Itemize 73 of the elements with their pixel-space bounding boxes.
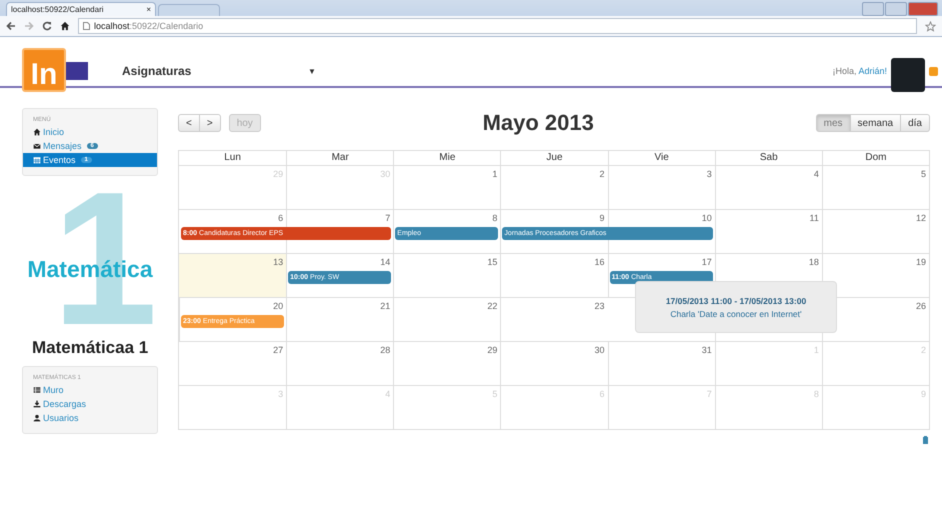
day-number: 7	[384, 212, 392, 223]
day-number: 29	[486, 344, 498, 355]
day-number: 2	[598, 168, 606, 179]
day-number: 4	[812, 168, 820, 179]
view-button[interactable]: mes	[816, 114, 851, 132]
day-number: 1	[491, 168, 498, 179]
logo[interactable]: In	[22, 48, 66, 92]
maximize-button[interactable]	[885, 2, 907, 16]
day-number: 6	[277, 212, 284, 223]
day-number: 11	[808, 212, 820, 223]
dropdown-caret[interactable]: ▼	[300, 56, 324, 86]
day-number: 27	[272, 344, 284, 355]
day-number: 8	[491, 212, 498, 223]
day-number: 30	[594, 344, 606, 355]
home-icon[interactable]	[60, 21, 70, 31]
day-number: 20	[272, 300, 284, 311]
bin-icon[interactable]	[923, 436, 928, 444]
list-icon	[33, 386, 41, 394]
day-number: 18	[808, 256, 820, 267]
day-number: 16	[594, 256, 606, 267]
course-link[interactable]: Descargas	[23, 397, 157, 411]
day-number: 15	[486, 256, 498, 267]
user-link[interactable]: Adrián!	[858, 66, 887, 76]
course-link[interactable]: Muro	[23, 383, 157, 397]
tooltip-text: Charla 'Date a conocer en Internet'	[669, 308, 803, 318]
day-number: 14	[379, 256, 392, 267]
tooltip-dates: 17/05/2013 11:00 - 17/05/2013 13:00	[664, 296, 808, 306]
weekday-header: Mie	[393, 151, 500, 165]
day-number: 28	[379, 344, 392, 355]
day-number: 9	[598, 212, 606, 223]
menu-item[interactable]: Inicio	[23, 125, 157, 139]
new-tab[interactable]	[158, 4, 220, 16]
close-button[interactable]	[908, 2, 938, 16]
star-icon[interactable]	[925, 20, 936, 32]
view-button[interactable]: día	[901, 114, 930, 132]
day-number: 31	[700, 344, 713, 355]
course-link[interactable]: Usuarios	[23, 411, 157, 425]
weekday-header: Vie	[608, 151, 715, 165]
browser-tab[interactable]: localhost:50922/Calendari ×	[6, 2, 156, 16]
weekday-header: Sab	[714, 151, 822, 165]
calendar-icon	[33, 156, 41, 164]
day-number: 21	[379, 300, 392, 311]
download-icon	[33, 400, 41, 408]
course-title: Matemáticaa 1	[32, 338, 150, 358]
user-icon	[33, 414, 41, 422]
weekday-header: Mar	[286, 151, 394, 165]
day-number: 13	[272, 256, 284, 267]
day-number: 17	[700, 256, 713, 267]
view-button[interactable]: semana	[850, 114, 902, 132]
day-number: 26	[914, 300, 927, 311]
greeting-text: ¡Hola, Adrián!	[832, 66, 887, 76]
reload-icon[interactable]	[42, 21, 52, 31]
day-number: 19	[914, 256, 927, 267]
weekday-header: Lun	[223, 151, 242, 165]
day-number: 23	[594, 300, 606, 311]
envelope-icon	[33, 142, 41, 150]
back-arrow-icon[interactable]	[6, 21, 16, 31]
header-stripe	[66, 62, 88, 80]
day-number: 3	[706, 168, 713, 179]
weekday-header: Dom	[822, 151, 929, 165]
page-icon	[83, 22, 90, 30]
prev-button[interactable]: <	[178, 114, 200, 132]
home-icon	[33, 128, 41, 136]
day-number: 12	[914, 212, 927, 223]
day-number: 5	[920, 168, 927, 179]
day-number: 22	[486, 300, 498, 311]
weekday-header: Jue	[500, 151, 608, 165]
forward-arrow-icon[interactable]	[24, 21, 34, 31]
day-number: 10	[700, 212, 713, 223]
month-title: Mayo 2013	[482, 110, 595, 136]
next-button[interactable]: >	[200, 114, 221, 132]
address-bar[interactable]: localhost:50922/Calendario	[78, 18, 917, 34]
minimize-button[interactable]	[862, 2, 884, 16]
